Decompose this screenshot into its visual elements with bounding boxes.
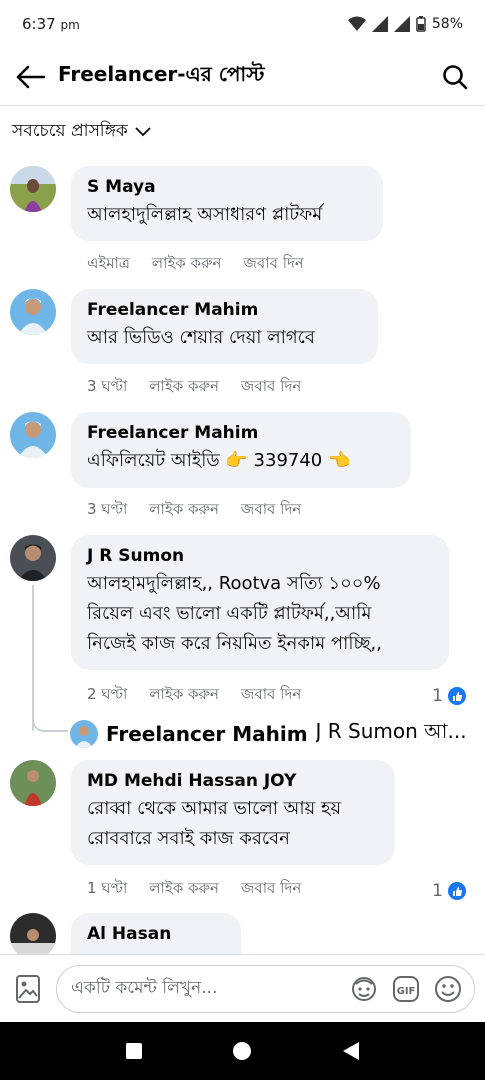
comment-actions: 3 ঘণ্টা লাইক করুন জবাব দিন: [87, 498, 301, 523]
avatar[interactable]: [10, 289, 56, 335]
comment-item: MD Mehdi Hassan JOY রোব্বা থেকে আমার ভাল…: [10, 760, 480, 902]
emoji-button[interactable]: [432, 973, 464, 1005]
home-icon[interactable]: [232, 1041, 252, 1061]
reply-action[interactable]: জবাব দিন: [241, 877, 301, 902]
comment-bubble[interactable]: S Maya আলহাদুলিল্লাহ অসাধারণ প্লাটফর্ম: [71, 166, 383, 241]
avatar[interactable]: [10, 166, 56, 212]
app-header: Freelancer-এর পোস্ট: [0, 48, 485, 106]
avatar-sticker-button[interactable]: [348, 973, 380, 1005]
avatar[interactable]: [10, 760, 56, 806]
recents-icon[interactable]: [125, 1042, 143, 1060]
comment-actions: 3 ঘণ্টা লাইক করুন জবাব দিন: [87, 375, 301, 400]
back-button[interactable]: [14, 61, 46, 93]
comment-bubble[interactable]: Al Hasan: [71, 913, 241, 954]
comment-item: S Maya আলহাদুলিল্লাহ অসাধারণ প্লাটফর্ম এ…: [10, 166, 480, 276]
status-bar: 6:37 pm 58%: [0, 0, 485, 48]
comment-time: 1 ঘণ্টা: [87, 879, 128, 897]
commenter-name[interactable]: J R Sumon: [87, 545, 434, 567]
wifi-icon: [347, 16, 366, 31]
signal-icon-2: [393, 16, 410, 32]
chevron-down-icon: [135, 127, 151, 137]
comment-actions: এইমাত্র লাইক করুন জবাব দিন: [87, 252, 304, 277]
avatar[interactable]: [10, 913, 56, 954]
comment-actions: 1 ঘণ্টা লাইক করুন জবাব দিন: [87, 877, 301, 902]
comment-actions: 2 ঘণ্টা লাইক করুন জবাব দিন: [87, 683, 301, 708]
reply-action[interactable]: জবাব দিন: [241, 683, 301, 708]
reply-author: Freelancer Mahim: [106, 721, 308, 746]
avatar-sticker-icon: [352, 976, 376, 1001]
signal-icon: [371, 16, 388, 32]
thread-connector: [32, 710, 68, 732]
status-time: 6:37 pm: [22, 15, 80, 33]
system-nav-bar: [0, 1022, 485, 1080]
photo-button[interactable]: [10, 971, 46, 1007]
reply-action[interactable]: জবাব দিন: [241, 498, 301, 523]
search-icon: [443, 64, 468, 89]
image-icon: [16, 974, 40, 1003]
commenter-name[interactable]: Al Hasan: [87, 923, 226, 945]
smiley-icon: [435, 975, 461, 1002]
like-icon: [448, 882, 466, 900]
sort-dropdown[interactable]: সবচেয়ে প্রাসঙ্গিক: [12, 118, 152, 146]
comment-text: আর ভিডিও শেয়ার দেয়া লাগবে: [87, 327, 315, 348]
like-icon: [448, 687, 466, 705]
reply-text: J R Sumon আ...: [315, 719, 467, 743]
search-button[interactable]: [439, 61, 471, 93]
like-action[interactable]: লাইক করুন: [149, 877, 219, 902]
comment-bubble[interactable]: Freelancer Mahim এফিলিয়েট আইডি 👉 339740…: [71, 412, 411, 488]
comment-text: রোব্বা থেকে আমার ভালো আয় হয় রোববারে সব…: [87, 798, 342, 849]
svg-text:GIF: GIF: [397, 986, 416, 997]
commenter-name[interactable]: Freelancer Mahim: [87, 299, 363, 321]
avatar[interactable]: [10, 412, 56, 458]
battery-percent: 58%: [431, 16, 463, 32]
comment-item: Al Hasan: [10, 913, 480, 954]
gif-button[interactable]: GIF: [390, 973, 422, 1005]
comment-item: J R Sumon আলহামদুলিল্লাহ,, Rootva সত্যি …: [10, 535, 480, 708]
reaction-count[interactable]: 1: [432, 686, 466, 706]
gif-icon: GIF: [393, 975, 419, 1002]
like-action[interactable]: লাইক করুন: [149, 498, 219, 523]
avatar[interactable]: [10, 535, 56, 581]
comment-composer: একটি কমেন্ট লিখুন... GIF: [0, 954, 485, 1022]
commenter-name[interactable]: MD Mehdi Hassan JOY: [87, 770, 380, 792]
arrow-left-icon: [16, 65, 45, 88]
reply-action[interactable]: জবাব দিন: [241, 375, 301, 400]
comment-input[interactable]: একটি কমেন্ট লিখুন... GIF: [56, 964, 475, 1013]
comment-time: 3 ঘণ্টা: [87, 377, 128, 395]
comment-item: Freelancer Mahim আর ভিডিও শেয়ার দেয়া ল…: [10, 289, 480, 399]
like-action[interactable]: লাইক করুন: [149, 375, 219, 400]
comment-bubble[interactable]: J R Sumon আলহামদুলিল্লাহ,, Rootva সত্যি …: [71, 535, 449, 670]
comment-text: আলহাদুলিল্লাহ অসাধারণ প্লাটফর্ম: [87, 204, 323, 225]
comment-bubble[interactable]: MD Mehdi Hassan JOY রোব্বা থেকে আমার ভাল…: [71, 760, 395, 865]
comment-text: আলহামদুলিল্লাহ,, Rootva সত্যি ১০০% রিয়ে…: [87, 573, 382, 654]
reply-action[interactable]: জবাব দিন: [243, 252, 303, 277]
comment-item: Freelancer Mahim এফিলিয়েট আইডি 👉 339740…: [10, 412, 480, 522]
commenter-name[interactable]: Freelancer Mahim: [87, 422, 396, 444]
status-icons: 58%: [347, 16, 463, 32]
back-nav-icon[interactable]: [342, 1041, 360, 1061]
comment-time: 2 ঘণ্টা: [87, 685, 128, 703]
like-action[interactable]: লাইক করুন: [152, 252, 222, 277]
commenter-name[interactable]: S Maya: [87, 176, 368, 198]
comment-input-placeholder: একটি কমেন্ট লিখুন...: [71, 977, 218, 998]
reaction-count[interactable]: 1: [432, 881, 466, 901]
avatar: [70, 719, 98, 748]
comment-text: এফিলিয়েট আইডি 👉 339740 👈: [87, 450, 351, 471]
comment-time: 3 ঘণ্টা: [87, 500, 128, 518]
reply-preview[interactable]: Freelancer Mahim J R Sumon আ...: [70, 717, 470, 750]
battery-icon: [416, 16, 426, 32]
comment-time: এইমাত্র: [87, 254, 130, 272]
sort-label: সবচেয়ে প্রাসঙ্গিক: [12, 121, 128, 141]
like-action[interactable]: লাইক করুন: [149, 683, 219, 708]
page-title: Freelancer-এর পোস্ট: [58, 62, 265, 86]
comment-bubble[interactable]: Freelancer Mahim আর ভিডিও শেয়ার দেয়া ল…: [71, 289, 378, 364]
